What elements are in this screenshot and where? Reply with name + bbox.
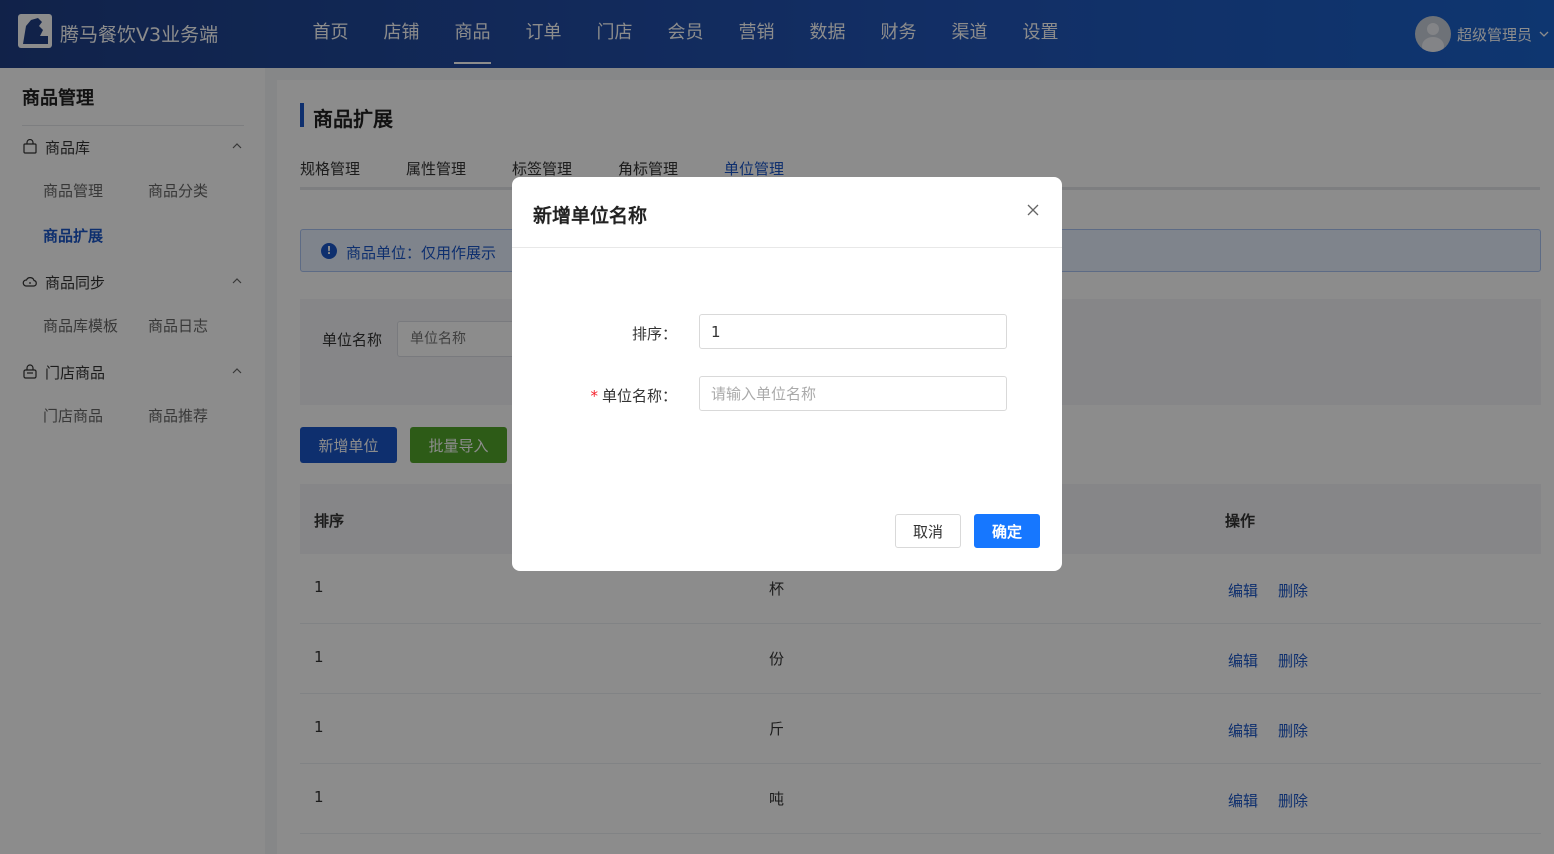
unit-name-input[interactable]	[699, 376, 1007, 411]
add-unit-modal: 新增单位名称 排序： *单位名称： 取消 确定	[512, 177, 1062, 571]
close-icon[interactable]	[1026, 203, 1040, 217]
modal-title: 新增单位名称	[533, 205, 648, 227]
sort-field-label: 排序：	[631, 325, 677, 343]
unit-name-field-label: * 单位名称：	[590, 385, 677, 406]
sort-input[interactable]	[699, 314, 1007, 349]
modal-divider	[512, 247, 1062, 248]
required-mark: *	[590, 387, 598, 405]
unit-name-label-text: 单位名称：	[601, 387, 677, 405]
confirm-button[interactable]: 确定	[974, 514, 1040, 548]
cancel-button[interactable]: 取消	[895, 514, 961, 548]
